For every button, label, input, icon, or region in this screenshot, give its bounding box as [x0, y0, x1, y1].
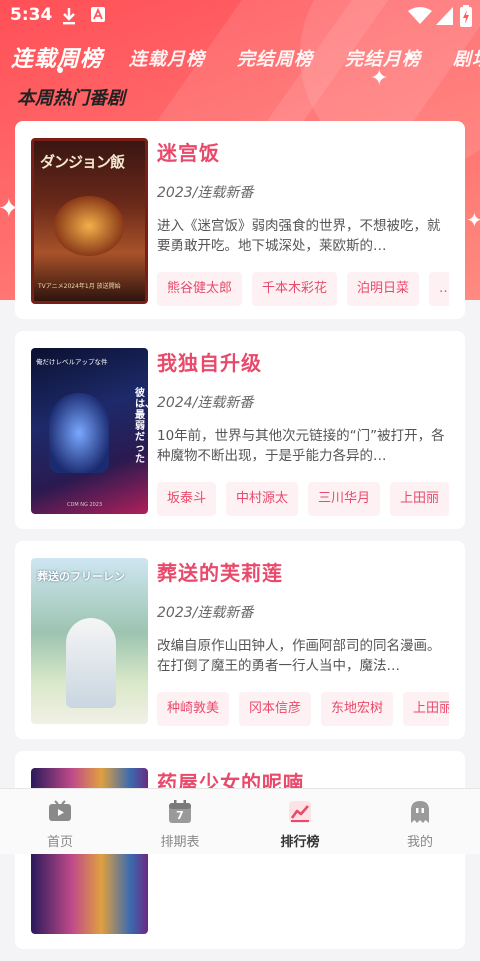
poster-title: 葬送のフリーレン — [37, 570, 125, 583]
cast-tag[interactable]: 熊谷健太郎 — [157, 272, 243, 306]
cast-tag[interactable]: 泊明日菜 — [347, 272, 420, 306]
poster-footer: TVアニメ2024年1月 放送開始 — [38, 283, 121, 290]
anime-meta: 2023/连载新番 — [157, 185, 254, 201]
ranking-tabs: 连载周榜 连载月榜 完结周榜 完结月榜 剧场 — [0, 38, 480, 78]
anime-title: 我独自升级 — [157, 351, 262, 375]
tab-theater[interactable]: 剧场 — [453, 45, 480, 71]
anime-poster: 葬送のフリーレン — [31, 558, 148, 724]
status-bar: 5:34 — [0, 0, 480, 32]
download-icon — [63, 8, 75, 25]
signal-icon — [436, 7, 453, 25]
anime-card[interactable]: ダンジョン飯 TVアニメ2024年1月 放送開始 迷宫饭 2023/连载新番 进… — [15, 121, 465, 319]
nav-ranking[interactable]: 排行榜 — [240, 789, 360, 854]
ghost-icon — [411, 801, 429, 823]
cast-tag[interactable]: 冈本信彦 — [239, 692, 312, 726]
section-title: 本周热门番剧 — [17, 88, 125, 109]
tab-finished-weekly[interactable]: 完结周榜 — [237, 45, 313, 71]
cast-tag[interactable]: … — [429, 272, 449, 306]
cast-tag[interactable]: 东地宏树 — [321, 692, 394, 726]
anime-meta: 2023/连载新番 — [157, 605, 254, 621]
anime-poster: 俺だけレベルアップな件 彼は、最弱だった CDM NG 2023 — [31, 348, 148, 514]
poster-art — [54, 196, 124, 256]
nav-label: 我的 — [406, 835, 433, 850]
poster-art — [49, 393, 109, 473]
active-tab-indicator — [57, 67, 63, 73]
nav-profile[interactable]: 我的 — [360, 789, 480, 854]
anime-title: 葬送的芙莉莲 — [157, 561, 283, 585]
bottom-navigation: 首页 7 排期表 排行榜 我的 — [0, 788, 480, 854]
poster-footer: CDM NG 2023 — [67, 502, 103, 508]
poster-side-text: 彼は、最弱だった — [135, 388, 148, 465]
nav-home[interactable]: 首页 — [0, 789, 120, 854]
status-time: 5:34 — [10, 5, 53, 25]
cast-tags: 种崎敦美 冈本信彦 东地宏树 上田丽 — [157, 692, 449, 726]
anime-meta: 2024/连载新番 — [157, 395, 254, 411]
nav-label: 排期表 — [160, 835, 200, 850]
sparkle-icon: ✦ — [466, 208, 480, 232]
nav-schedule[interactable]: 7 排期表 — [120, 789, 240, 854]
tab-finished-monthly[interactable]: 完结月榜 — [345, 45, 421, 71]
poster-title: ダンジョン飯 — [40, 153, 125, 171]
ranking-chart-icon — [289, 801, 311, 823]
calendar-day: 7 — [176, 809, 184, 822]
anime-description: 10年前，世界与其他次元链接的“门”被打开，各种魔物不断出现，于是乎能力各异的… — [157, 428, 445, 464]
cast-tag[interactable]: 千本木彩花 — [252, 272, 338, 306]
cast-tags: 坂泰斗 中村源太 三川华月 上田丽 — [157, 482, 449, 516]
anime-poster: ダンジョン飯 TVアニメ2024年1月 放送開始 — [31, 138, 148, 304]
anime-title: 迷宫饭 — [157, 141, 220, 165]
anime-card[interactable]: 俺だけレベルアップな件 彼は、最弱だった CDM NG 2023 我独自升级 2… — [15, 331, 465, 529]
anime-description: 进入《迷宫饭》弱肉强食的世界，不想被吃，就要勇敢开吃。地下城深处，莱欧斯的… — [157, 218, 441, 254]
cast-tag[interactable]: 上田丽 — [390, 482, 449, 516]
wifi-icon — [408, 7, 432, 24]
cast-tag[interactable]: 三川华月 — [308, 482, 381, 516]
cast-tag[interactable]: 中村源太 — [226, 482, 299, 516]
tab-serial-monthly[interactable]: 连载月榜 — [129, 45, 205, 71]
cast-tag[interactable]: 上田丽 — [403, 692, 449, 726]
app-notification-icon — [91, 7, 105, 22]
anime-card[interactable]: 葬送のフリーレン 葬送的芙莉莲 2023/连载新番 改编自原作山田钟人，作画阿部… — [15, 541, 465, 739]
cast-tag[interactable]: 种崎敦美 — [157, 692, 230, 726]
cast-tag[interactable]: 坂泰斗 — [157, 482, 217, 516]
nav-label: 排行榜 — [280, 835, 320, 850]
tv-icon — [49, 800, 71, 821]
poster-title: 俺だけレベルアップな件 — [36, 358, 108, 366]
anime-description: 改编自原作山田钟人，作画阿部司的同名漫画。在打倒了魔王的勇者一行人当中，魔法… — [157, 638, 441, 674]
poster-art — [66, 618, 116, 708]
nav-label: 首页 — [46, 835, 73, 850]
cast-tags: 熊谷健太郎千本木彩花泊明日菜 … — [157, 272, 449, 306]
battery-icon — [460, 5, 472, 27]
